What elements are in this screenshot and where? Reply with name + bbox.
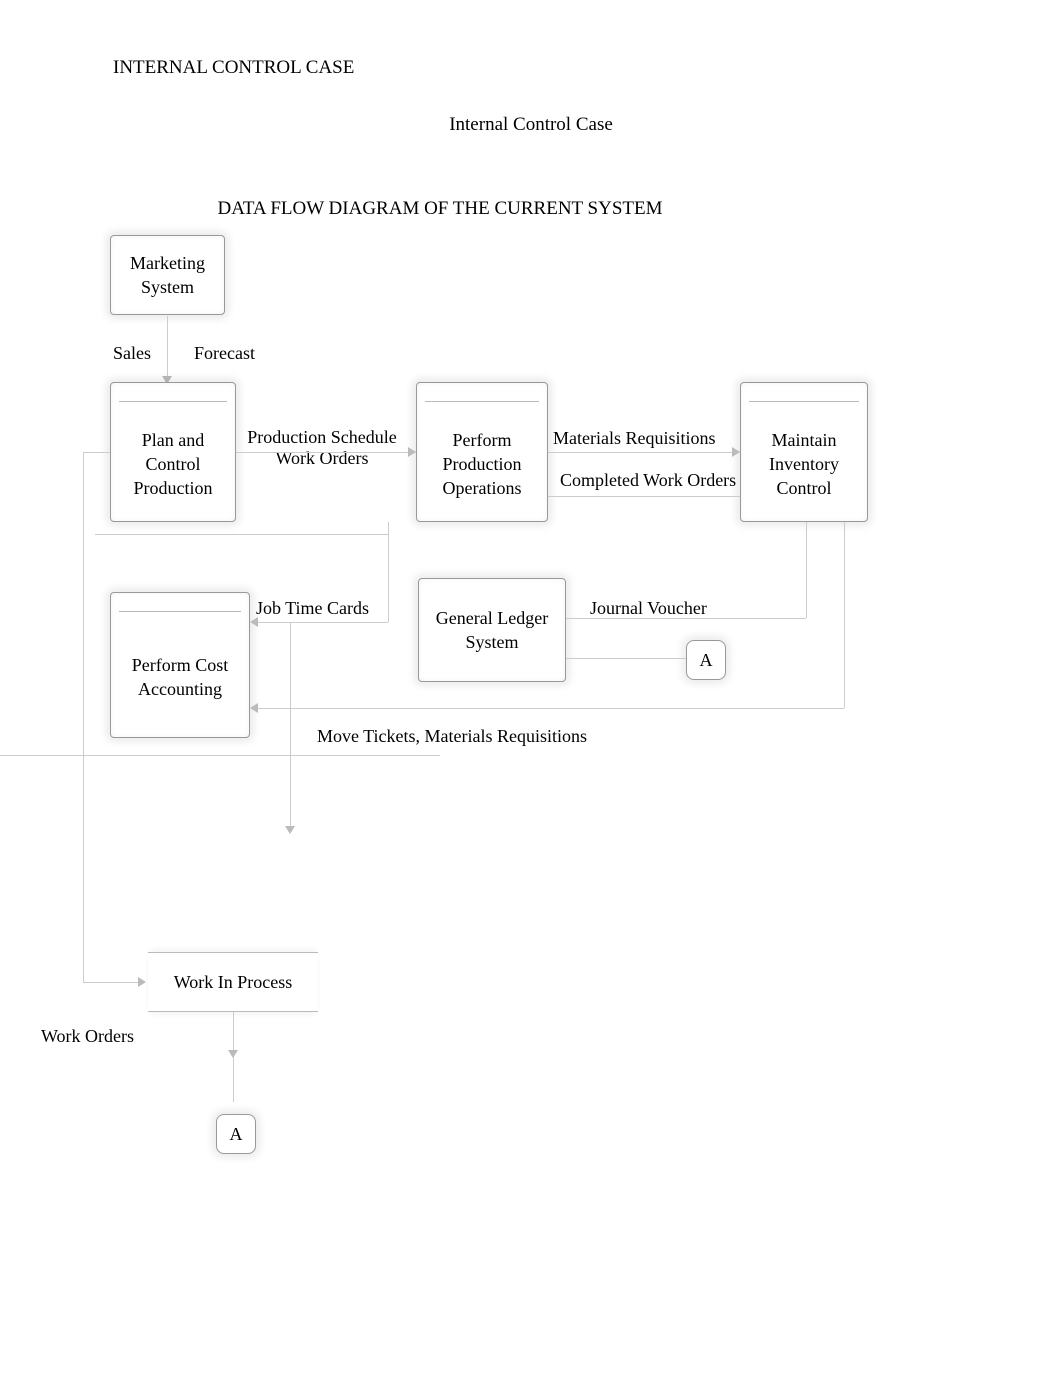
arrow-head [408,447,416,457]
entity-marketing-system: Marketing System [110,235,225,315]
flow-label-job-time-cards: Job Time Cards [256,598,369,619]
flow-label-completed-work-orders: Completed Work Orders [560,470,736,491]
flow-label-move-tickets: Move Tickets, Materials Requisitions [317,726,587,747]
flow-label-work-orders: Work Orders [41,1026,134,1047]
entity-label: General Ledger System [425,606,559,655]
datastore-label: Work In Process [174,972,293,993]
flow-label-forecast: Forecast [194,343,255,364]
arrow-line [258,622,388,623]
datastore-work-in-process: Work In Process [148,952,318,1012]
process-plan-control-production: Plan and Control Production [110,382,236,522]
process-label: Perform Cost Accounting [117,653,243,702]
entity-label: Marketing System [117,251,218,300]
flow-label-production-schedule: Production Schedule Work Orders [242,427,402,469]
arrow-head [138,977,146,987]
process-label: Maintain Inventory Control [747,428,861,501]
arrow-head [250,617,258,627]
arrow-line [388,522,389,622]
arrow-line [566,618,806,619]
arrow-head [228,1050,238,1058]
connector-a-top: A [686,640,726,680]
process-perform-cost-accounting: Perform Cost Accounting [110,592,250,738]
arrow-line [548,452,740,453]
arrow-line [167,316,168,380]
flow-label-sales: Sales [113,343,151,364]
arrow-line [83,452,84,982]
connector-label: A [700,650,713,671]
flow-label-journal-voucher: Journal Voucher [590,598,707,619]
arrow-line [806,522,807,618]
section-title: DATA FLOW DIAGRAM OF THE CURRENT SYSTEM [0,198,880,220]
arrow-line [0,755,440,756]
process-label: Plan and Control Production [117,428,229,501]
arrow-line [95,534,388,535]
arrow-head [732,447,740,457]
process-perform-production-operations: Perform Production Operations [416,382,548,522]
arrow-line [548,496,740,497]
entity-general-ledger-system: General Ledger System [418,578,566,682]
arrow-line [236,452,416,453]
flow-label-materials-requisitions: Materials Requisitions [553,428,715,449]
page-header: INTERNAL CONTROL CASE [113,57,354,79]
arrow-line [290,622,291,832]
connector-label: A [230,1124,243,1145]
arrow-line [844,522,845,708]
arrow-line [83,452,110,453]
arrow-head [285,826,295,834]
arrow-line [566,658,686,659]
connector-a-bottom: A [216,1114,256,1154]
process-label: Perform Production Operations [423,428,541,501]
arrow-line [258,708,844,709]
page-title: Internal Control Case [0,114,1062,136]
arrow-head [250,703,258,713]
arrow-line [83,982,143,983]
process-maintain-inventory-control: Maintain Inventory Control [740,382,868,522]
